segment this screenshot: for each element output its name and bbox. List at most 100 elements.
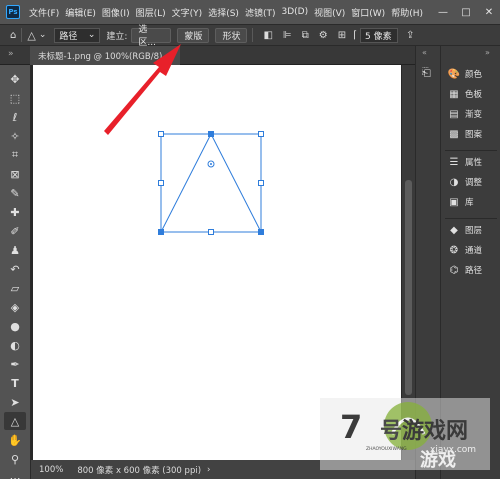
menu-layer[interactable]: 图层(L) (133, 6, 169, 19)
document-tab-title: 未标题-1.png @ 100%(RGB/8) (38, 51, 163, 62)
shape-button[interactable]: 形状 (215, 27, 248, 43)
document-info[interactable]: 800 像素 x 600 像素 (300 ppi) (77, 464, 201, 476)
path-operations-icon[interactable]: ◧ (263, 30, 272, 41)
expand-panels-icon[interactable]: » (485, 48, 490, 57)
brush-tool-icon[interactable]: ✐ (4, 222, 26, 240)
libraries-icon: ▣ (449, 196, 459, 208)
gradient-icon: ▤ (449, 108, 459, 120)
frame-tool-icon[interactable]: ⊠ (4, 165, 26, 183)
menu-edit[interactable]: 编辑(E) (62, 6, 99, 19)
more-tools-icon[interactable]: ⋯ (4, 469, 26, 479)
anchor-points[interactable] (159, 132, 264, 235)
close-button[interactable]: ✕ (478, 0, 500, 24)
share-icon[interactable]: ⇪ (406, 30, 414, 41)
triangle-outline (160, 132, 262, 233)
menu-select[interactable]: 选择(S) (205, 6, 242, 19)
move-tool-icon[interactable]: ✥ (4, 70, 26, 88)
path-arrangement-icon[interactable]: ⧉ (302, 30, 309, 41)
dodge-tool-icon[interactable]: ◐ (4, 336, 26, 354)
document-tab[interactable]: 未标题-1.png @ 100%(RGB/8) (30, 46, 180, 65)
history-brush-tool-icon[interactable]: ↶ (4, 260, 26, 278)
panel-patterns-label: 图案 (465, 130, 483, 140)
collapse-toolbar-icon[interactable]: » (8, 49, 14, 59)
menu-3d[interactable]: 3D(D) (278, 7, 311, 17)
adjustments-icon: ◑ (449, 176, 459, 188)
bounding-box (160, 133, 262, 233)
eyedropper-tool-icon[interactable]: ✎ (4, 184, 26, 202)
clone-stamp-tool-icon[interactable]: ♟ (4, 241, 26, 259)
center-point-dot (210, 163, 212, 165)
panel-paths[interactable]: ⌬ 路径 (447, 262, 499, 278)
menu-image[interactable]: 图像(I) (99, 6, 133, 19)
marquee-tool-icon[interactable]: ⬚ (4, 89, 26, 107)
panel-libraries[interactable]: ▣ 库 (447, 194, 499, 210)
lasso-tool-icon[interactable]: ℓ (4, 108, 26, 126)
menu-type[interactable]: 文字(Y) (169, 6, 206, 19)
hand-tool-icon[interactable]: ✋ (4, 431, 26, 449)
svg-text:7: 7 (340, 408, 362, 446)
crop-tool-icon[interactable]: ⌗ (4, 146, 26, 164)
menu-file[interactable]: 文件(F) (26, 6, 62, 19)
chevron-down-icon[interactable]: ⌄ (39, 30, 47, 40)
chevron-right-icon[interactable]: › (207, 465, 210, 475)
tool-mode-select[interactable]: 路径 ⌄ (54, 27, 101, 43)
paint-bucket-tool-icon[interactable]: ◈ (4, 298, 26, 316)
history-panel-icon[interactable]: ⎗ (422, 66, 431, 80)
panel-channels-label: 通道 (465, 246, 483, 256)
tool-mode-value: 路径 (59, 31, 78, 42)
panel-color-label: 颜色 (465, 70, 483, 80)
panel-channels[interactable]: ❂ 通道 (447, 242, 499, 258)
blur-tool-icon[interactable]: ● (4, 317, 26, 335)
panel-paths-label: 路径 (465, 266, 483, 276)
menu-help[interactable]: 帮助(H) (388, 6, 426, 19)
panel-swatches[interactable]: ▦ 色板 (447, 86, 499, 102)
menu-view[interactable]: 视图(V) (311, 6, 348, 19)
divider (445, 218, 497, 219)
build-label: 建立: (106, 31, 128, 42)
panel-gradient[interactable]: ▤ 渐变 (447, 106, 499, 122)
panel-libraries-label: 库 (465, 198, 474, 208)
panel-patterns[interactable]: ▩ 图案 (447, 126, 499, 142)
selection-button[interactable]: 选区... (131, 25, 172, 48)
chevron-down-icon: ⌄ (87, 30, 96, 40)
path-alignment-icon[interactable]: ⊫ (283, 30, 292, 41)
properties-icon: ☰ (449, 156, 459, 168)
home-icon[interactable]: ⌂ (10, 30, 16, 41)
eraser-tool-icon[interactable]: ▱ (4, 279, 26, 297)
triangle-tool-icon[interactable]: △ (4, 412, 26, 430)
path-selection-tool-icon[interactable]: ➤ (4, 393, 26, 411)
corner-radius-input[interactable]: 5 像素 (360, 27, 399, 43)
panel-layers[interactable]: ◆ 图层 (447, 222, 499, 238)
mask-button[interactable]: 蒙版 (177, 27, 210, 43)
pen-tool-icon[interactable]: ✒ (4, 355, 26, 373)
zoom-level[interactable]: 100% (39, 465, 63, 475)
divider (445, 150, 497, 151)
paths-icon: ⌬ (449, 264, 459, 276)
panel-gradient-label: 渐变 (465, 110, 483, 120)
photoshop-logo-icon: Ps (6, 5, 20, 19)
magic-wand-tool-icon[interactable]: ✧ (4, 127, 26, 145)
svg-text:号游戏网: 号游戏网 (380, 418, 468, 444)
transform-handles[interactable] (158, 131, 264, 235)
gear-icon[interactable]: ⚙ (319, 30, 328, 41)
type-tool-icon[interactable]: T (4, 374, 26, 392)
scrollbar-thumb[interactable] (405, 180, 412, 395)
menu-window[interactable]: 窗口(W) (348, 6, 388, 19)
panel-adjustments[interactable]: ◑ 调整 (447, 174, 499, 190)
panel-color[interactable]: 🎨 颜色 (447, 66, 499, 82)
watermark-graphic: 7 号游戏网 xiayx.com ZHAOYOUXIWANG 游戏 (320, 398, 490, 471)
align-edges-icon[interactable]: ⊞ (338, 30, 346, 41)
svg-text:ZHAOYOUXIWANG: ZHAOYOUXIWANG (366, 446, 407, 452)
minimize-button[interactable]: — (432, 0, 454, 24)
corner-radius-icon: ⌈ (353, 29, 358, 41)
menu-filter[interactable]: 滤镜(T) (242, 6, 279, 19)
zoom-tool-icon[interactable]: ⚲ (4, 450, 26, 468)
tools-panel: ✥ ⬚ ℓ ✧ ⌗ ⊠ ✎ ✚ ✐ ♟ ↶ ▱ ◈ ● ◐ ✒ T ➤ △ ✋ … (0, 65, 31, 479)
healing-brush-tool-icon[interactable]: ✚ (4, 203, 26, 221)
triangle-tool-preset-icon[interactable]: △ (27, 29, 35, 42)
panel-adjustments-label: 调整 (465, 178, 483, 188)
panel-layers-label: 图层 (465, 226, 483, 236)
panel-properties[interactable]: ☰ 属性 (447, 154, 499, 170)
collapse-icon[interactable]: « (422, 48, 427, 57)
maximize-button[interactable]: □ (455, 0, 477, 24)
